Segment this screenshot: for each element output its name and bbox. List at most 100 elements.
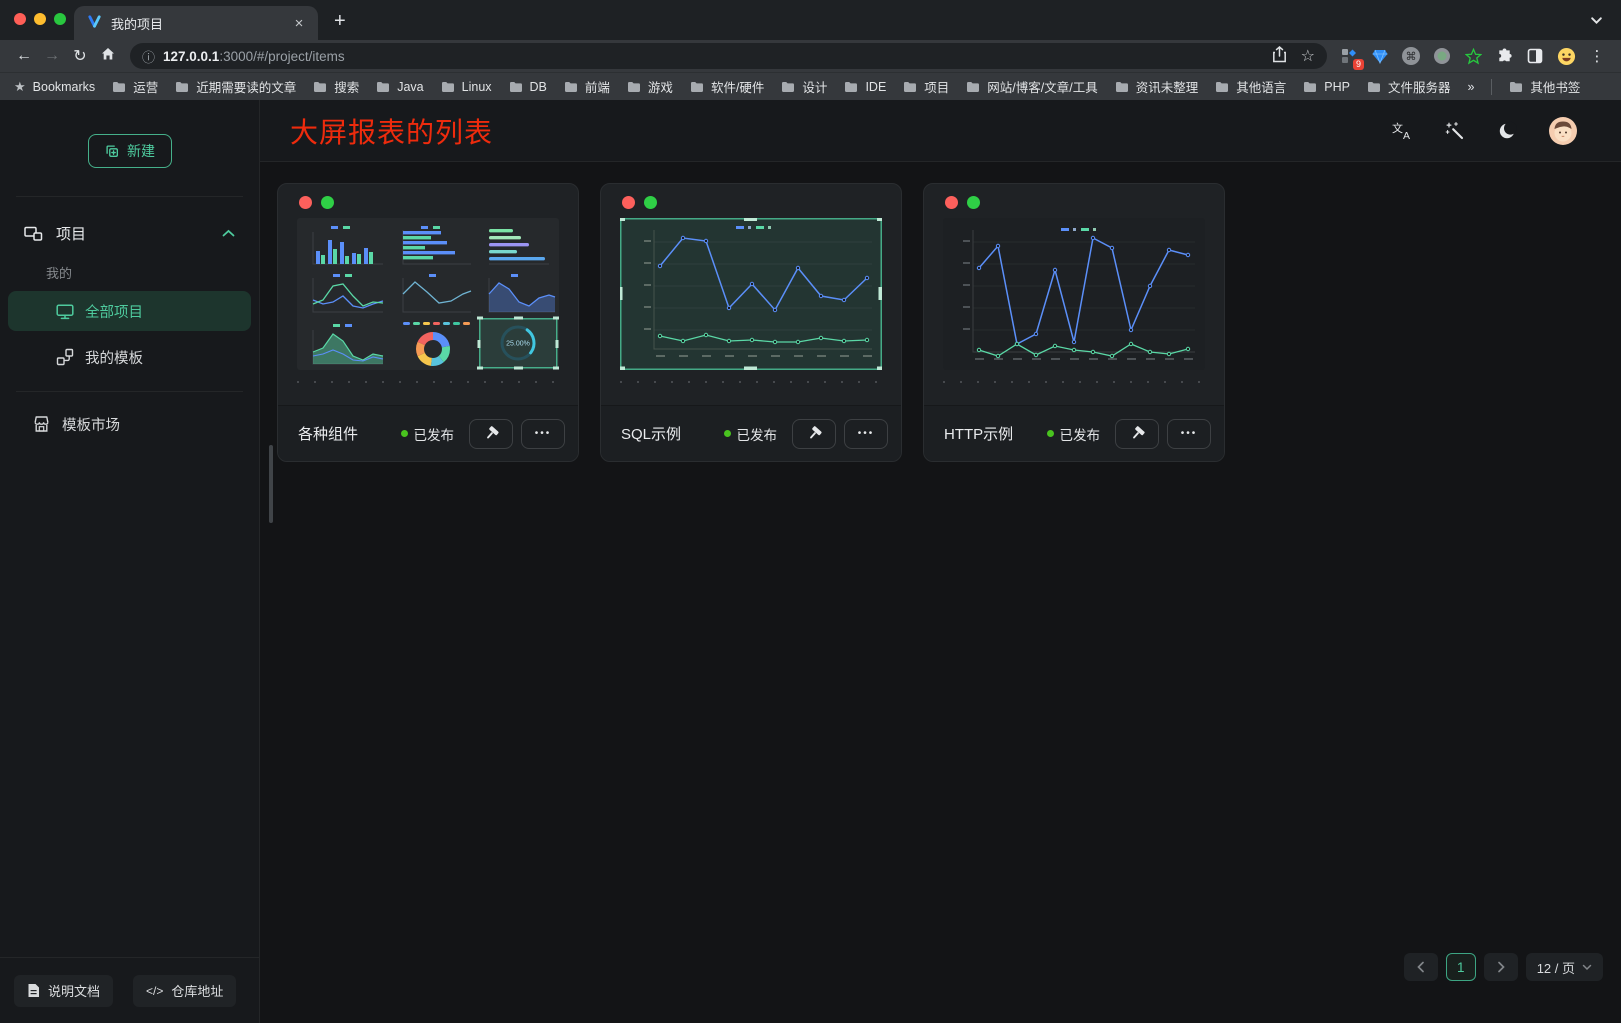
publish-status: 已发布 [401,424,455,444]
project-thumbnail[interactable] [943,218,1205,370]
project-card[interactable]: SQL示例 已发布 ••• [600,183,902,462]
bookmark-folder[interactable]: DB [509,80,547,94]
bookmark-folder[interactable]: 软件/硬件 [690,77,764,96]
bookmark-folder[interactable]: 近期需要读的文章 [175,77,296,96]
tab-search-chevron-icon[interactable] [1590,14,1603,32]
browser-toolbar: ← → ↻ ⓘ 127.0.0.1:3000/#/project/items ☆… [0,40,1621,72]
edit-hammer-button[interactable] [792,419,836,449]
project-card[interactable]: 25.00% 各种组件 已发布 ••• [277,183,579,462]
bookmark-folder[interactable]: 设计 [781,77,827,96]
more-options-button[interactable]: ••• [1167,419,1211,449]
tab-close-icon[interactable]: × [290,15,308,32]
green-dot [967,196,980,209]
hammer-icon [483,425,500,442]
project-card[interactable]: HTTP示例 已发布 ••• [923,183,1225,462]
page-size-select[interactable]: 12 / 页 [1526,953,1603,981]
new-project-button[interactable]: 新建 [88,134,172,168]
sidebar-section-projects[interactable]: 项目 [0,211,259,255]
sidebar-item-all-projects[interactable]: 全部项目 [8,291,251,331]
docs-button[interactable]: 说明文档 [14,975,113,1007]
bookmarks-overflow-chevron[interactable]: » [1467,80,1474,94]
extension-icons: 9 ⌘ ⋮ [1335,46,1611,66]
command-extension-icon[interactable]: ⌘ [1401,46,1421,66]
more-options-button[interactable]: ••• [521,419,565,449]
address-bar[interactable]: ⓘ 127.0.0.1:3000/#/project/items ☆ [130,43,1327,69]
project-thumbnail[interactable]: 25.00% [297,218,559,370]
publish-status: 已发布 [724,424,778,444]
gem-extension-icon[interactable] [1370,46,1390,66]
gauge-value: 25.00% [506,341,530,348]
green-dot [321,196,334,209]
bookmark-label: 搜索 [334,77,359,96]
project-thumbnail[interactable] [620,218,882,370]
dotted-separator [297,381,559,383]
back-button[interactable]: ← [10,47,38,65]
status-dot [724,430,731,437]
dark-mode-moon-icon[interactable] [1497,121,1517,141]
bookmark-folder[interactable]: 其他语言 [1215,77,1286,96]
card-footer: SQL示例 已发布 ••• [601,405,901,461]
bookmark-label: Linux [462,80,492,94]
edit-hammer-button[interactable] [1115,419,1159,449]
hammer-icon [806,425,823,442]
bookmark-star-icon[interactable]: ☆ [1301,46,1315,66]
user-avatar[interactable] [1549,117,1577,145]
browser-tab[interactable]: 我的项目 × [74,6,318,40]
bookmark-folder[interactable]: 网站/博客/文章/工具 [966,77,1097,96]
recorder-extension-icon[interactable] [1432,46,1452,66]
reload-button[interactable]: ↻ [66,46,94,66]
site-info-icon[interactable]: ⓘ [142,47,155,66]
green-star-extension-icon[interactable] [1463,46,1483,66]
bookmark-folder[interactable]: PHP [1303,80,1350,94]
folder-icon [376,81,390,93]
tab-manager-extension-icon[interactable]: 9 [1339,46,1359,66]
extensions-puzzle-icon[interactable] [1494,46,1514,66]
bookmark-folder[interactable]: 资讯未整理 [1115,77,1199,96]
sidebar-item-my-templates[interactable]: 我的模板 [8,337,251,377]
repo-button[interactable]: </> 仓库地址 [133,975,236,1007]
previous-page-button[interactable] [1404,953,1438,981]
content-scrollbar[interactable] [269,445,273,523]
bookmark-folder[interactable]: Linux [441,80,492,94]
bookmark-label: 文件服务器 [1388,77,1451,96]
next-page-button[interactable] [1484,953,1518,981]
window-minimize-button[interactable] [34,13,46,25]
browser-menu-kebab-icon[interactable]: ⋮ [1587,46,1607,66]
bookmark-folder[interactable]: 搜索 [313,77,359,96]
new-tab-button[interactable]: + [334,10,346,33]
folder-icon [690,81,704,93]
storefront-icon [32,415,51,433]
window-zoom-button[interactable] [54,13,66,25]
sidebar-item-template-market[interactable]: 模板市场 [8,402,251,446]
folder-icon [564,81,578,93]
other-bookmarks-folder[interactable]: 其他书签 [1509,77,1580,96]
bookmark-folder[interactable]: 文件服务器 [1367,77,1451,96]
dotted-separator [943,381,1205,383]
language-translate-icon[interactable]: 文A [1391,121,1413,141]
chevron-up-icon[interactable] [222,225,235,242]
share-icon[interactable] [1272,46,1287,66]
emoji-extension-icon[interactable] [1556,46,1576,66]
side-panel-icon[interactable] [1525,46,1545,66]
star-icon: ★ [14,79,26,95]
bookmark-folder[interactable]: 前端 [564,77,610,96]
bookmark-folder[interactable]: Java [376,80,423,94]
bookmark-folder[interactable]: 运营 [112,77,158,96]
home-button[interactable] [94,46,122,67]
chevron-left-icon [1416,961,1426,973]
bookmark-label: 资讯未整理 [1136,77,1199,96]
window-close-button[interactable] [14,13,26,25]
bookmark-folder[interactable]: 游戏 [627,77,673,96]
sidebar-footer: 说明文档 </> 仓库地址 [0,957,259,1023]
current-page-button[interactable]: 1 [1446,953,1476,981]
bookmark-folder[interactable]: 项目 [903,77,949,96]
hammer-icon [1129,425,1146,442]
bookmark-folder[interactable]: IDE [844,80,886,94]
magic-wand-icon[interactable] [1445,121,1465,141]
screen: 我的项目 × + ← → ↻ ⓘ 127.0.0.1:3000/#/projec… [0,0,1621,1023]
bookmarks-manager-item[interactable]: ★ Bookmarks [14,79,95,95]
edit-hammer-button[interactable] [469,419,513,449]
chevron-right-icon [1496,961,1506,973]
more-options-button[interactable]: ••• [844,419,888,449]
forward-button[interactable]: → [38,47,66,65]
